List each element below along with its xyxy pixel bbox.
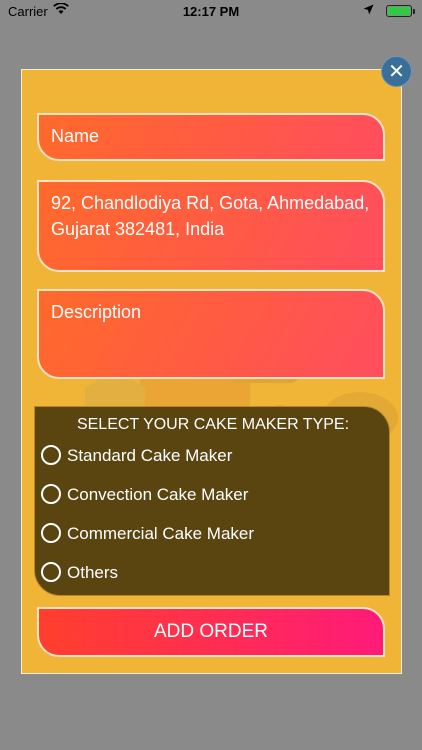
option-others[interactable]: Others [41,559,118,589]
add-order-button[interactable]: ADD ORDER [37,607,385,657]
radio-unchecked-icon[interactable] [41,483,61,504]
location-arrow-icon [363,3,374,18]
close-icon[interactable]: ✕ [381,56,412,87]
option-label: Commercial Cake Maker [67,524,255,543]
clock: 12:17 PM [182,4,240,19]
battery-icon [386,5,415,17]
option-label: Standard Cake Maker [67,446,233,465]
option-commercial[interactable]: Commercial Cake Maker [41,520,254,550]
cake-maker-type-title: SELECT YOUR CAKE MAKER TYPE: [76,416,350,433]
name-field[interactable]: Name [37,113,385,161]
option-label: Others [67,563,119,582]
battery-fill [388,7,410,15]
option-label: Convection Cake Maker [67,485,249,504]
radio-unchecked-icon[interactable] [41,444,61,465]
order-dialog: Name 92, Chandlodiya Rd, Gota, Ahmedabad… [21,69,402,674]
option-convection[interactable]: Convection Cake Maker [41,481,248,511]
description-field[interactable]: Description [37,289,385,379]
radio-unchecked-icon[interactable] [41,561,61,582]
address-field[interactable]: 92, Chandlodiya Rd, Gota, Ahmedabad, Guj… [37,180,385,272]
cake-maker-type-panel: SELECT YOUR CAKE MAKER TYPE: Standard Ca… [34,406,390,596]
battery-nub [413,9,415,14]
radio-unchecked-icon[interactable] [41,522,61,543]
option-standard[interactable]: Standard Cake Maker [41,442,232,472]
status-bar: Carrier 12:17 PM [0,0,422,22]
